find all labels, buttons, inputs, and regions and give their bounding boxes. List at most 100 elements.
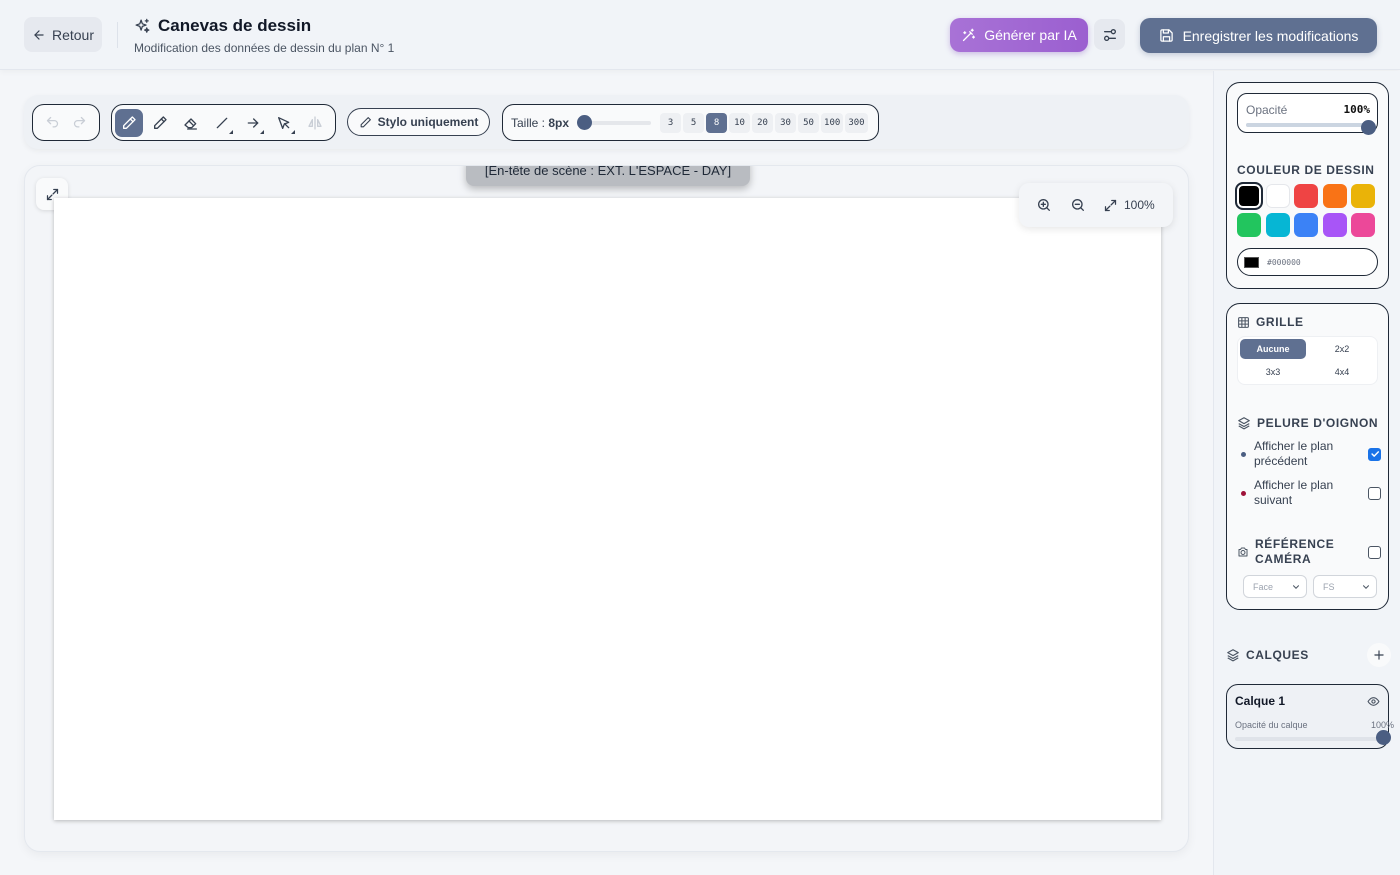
zoom-reset-button[interactable]: 100% xyxy=(1103,198,1155,213)
cursor-icon xyxy=(276,115,292,131)
size-preset-5[interactable]: 5 xyxy=(683,112,705,133)
pen-icon xyxy=(121,115,137,131)
plus-icon xyxy=(1372,648,1386,662)
color-swatch[interactable] xyxy=(1322,213,1347,237)
layers-title: CALQUES xyxy=(1246,648,1309,662)
grid-icon xyxy=(1237,316,1250,329)
arrow-tool[interactable] xyxy=(239,109,267,137)
maximize-icon xyxy=(1103,198,1118,213)
size-slider[interactable] xyxy=(577,114,652,130)
brush-panel: Opacité 100% COULEUR DE DESSIN #000000 xyxy=(1226,82,1389,289)
grid-options: Aucune 2x2 3x3 4x4 xyxy=(1237,336,1378,385)
camera-ref-row: RÉFÉRENCE CAMÉRA xyxy=(1237,537,1381,567)
grid-option-3x3[interactable]: 3x3 xyxy=(1240,362,1306,382)
submenu-indicator-icon xyxy=(291,129,295,134)
history-group xyxy=(32,104,100,141)
mirror-tool[interactable] xyxy=(301,109,329,137)
settings-button[interactable] xyxy=(1094,19,1125,50)
grid-option-aucune[interactable]: Aucune xyxy=(1240,339,1306,359)
size-preset-10[interactable]: 10 xyxy=(729,112,751,133)
generate-ai-button[interactable]: Générer par IA xyxy=(950,18,1088,52)
right-sidebar: Opacité 100% COULEUR DE DESSIN #000000 G… xyxy=(1213,71,1400,875)
color-swatch[interactable] xyxy=(1322,184,1347,208)
line-tool[interactable] xyxy=(208,109,236,137)
onion-prev-row: Afficher le plan précédent xyxy=(1241,439,1381,469)
color-swatch[interactable] xyxy=(1235,182,1263,210)
layer-item[interactable]: Calque 1 Opacité du calque 100% xyxy=(1226,684,1394,749)
opacity-slider-handle[interactable] xyxy=(1361,120,1376,135)
hex-color-input[interactable]: #000000 xyxy=(1237,248,1378,276)
zoom-out-icon xyxy=(1070,197,1086,213)
onion-title: PELURE D'OIGNON xyxy=(1257,416,1379,430)
select-tool[interactable] xyxy=(270,109,298,137)
title-block: Canevas de dessin Modification des donné… xyxy=(134,16,394,55)
save-icon xyxy=(1159,28,1174,43)
save-changes-button[interactable]: Enregistrer les modifications xyxy=(1140,18,1377,53)
arrow-left-icon xyxy=(32,28,46,42)
size-preset-3[interactable]: 3 xyxy=(660,112,682,133)
zoom-controls: 100% xyxy=(1019,183,1173,227)
pencil-icon xyxy=(152,115,168,131)
grid-option-2x2[interactable]: 2x2 xyxy=(1309,339,1375,359)
color-swatches xyxy=(1235,182,1379,237)
layer-opacity-handle[interactable] xyxy=(1376,730,1391,745)
camera-shot-select[interactable]: FS xyxy=(1313,575,1377,598)
opacity-slider[interactable] xyxy=(1246,123,1367,127)
camera-ref-checkbox[interactable] xyxy=(1368,545,1381,559)
save-button-label: Enregistrer les modifications xyxy=(1182,27,1359,44)
zoom-level-text: 100% xyxy=(1124,198,1155,212)
line-icon xyxy=(214,115,230,131)
eraser-tool[interactable] xyxy=(177,109,205,137)
size-preset-20[interactable]: 20 xyxy=(752,112,774,133)
grid-section-title: GRILLE xyxy=(1237,315,1304,329)
zoom-out-button[interactable] xyxy=(1063,191,1093,219)
onion-prev-checkbox[interactable] xyxy=(1368,447,1381,461)
camera-icon xyxy=(1237,546,1249,558)
onion-section-title: PELURE D'OIGNON xyxy=(1237,416,1378,430)
color-swatch[interactable] xyxy=(1294,213,1318,237)
color-swatch[interactable] xyxy=(1237,213,1261,237)
redo-icon[interactable] xyxy=(72,115,87,130)
drawing-toolbar: Stylo uniquement Taille : 8px 3 5 8 10 20 30 5… xyxy=(24,95,1189,149)
color-swatch[interactable] xyxy=(1351,184,1375,208)
tools-group xyxy=(111,104,336,141)
layer-opacity-slider[interactable] xyxy=(1235,737,1378,741)
layer-name: Calque 1 xyxy=(1235,694,1286,708)
chevron-down-icon xyxy=(1291,582,1301,592)
add-layer-button[interactable] xyxy=(1367,643,1391,667)
chevron-down-icon xyxy=(1361,582,1371,592)
sparkles-icon xyxy=(134,18,151,35)
eye-icon[interactable] xyxy=(1367,695,1380,708)
layers-icon xyxy=(1237,416,1251,430)
grid-option-4x4[interactable]: 4x4 xyxy=(1309,362,1375,382)
undo-icon[interactable] xyxy=(45,115,60,130)
color-swatch[interactable] xyxy=(1265,184,1290,208)
size-preset-100[interactable]: 100 xyxy=(821,112,844,133)
flip-horizontal-icon xyxy=(307,115,323,131)
size-preset-30[interactable]: 30 xyxy=(775,112,797,133)
onion-next-label: Afficher le plan suivant xyxy=(1254,478,1334,507)
onion-next-checkbox[interactable] xyxy=(1368,486,1381,500)
color-swatch[interactable] xyxy=(1265,213,1290,237)
pen-only-toggle[interactable]: Stylo uniquement xyxy=(347,108,490,136)
layer-opacity-label: Opacité du calque xyxy=(1235,720,1308,730)
app-header: Retour Canevas de dessin Modification de… xyxy=(0,0,1400,70)
size-label: Taille : 8px xyxy=(511,115,570,130)
ai-button-label: Générer par IA xyxy=(984,27,1077,43)
pencil-tool[interactable] xyxy=(146,109,174,137)
size-preset-50[interactable]: 50 xyxy=(798,112,820,133)
color-swatch[interactable] xyxy=(1351,213,1375,237)
onion-prev-label: Afficher le plan précédent xyxy=(1254,439,1334,468)
color-swatch[interactable] xyxy=(1294,184,1318,208)
grid-title: GRILLE xyxy=(1256,315,1304,329)
zoom-in-button[interactable] xyxy=(1029,191,1059,219)
opacity-value: 100% xyxy=(1343,103,1371,116)
size-preset-8[interactable]: 8 xyxy=(706,112,728,133)
pen-tool[interactable] xyxy=(115,108,143,137)
camera-angle-select[interactable]: Face xyxy=(1243,575,1307,598)
opacity-control: Opacité 100% xyxy=(1237,93,1378,135)
size-slider-handle[interactable] xyxy=(577,114,593,130)
back-button[interactable]: Retour xyxy=(24,17,102,52)
size-preset-300[interactable]: 300 xyxy=(845,112,868,133)
drawing-canvas[interactable] xyxy=(54,198,1161,820)
